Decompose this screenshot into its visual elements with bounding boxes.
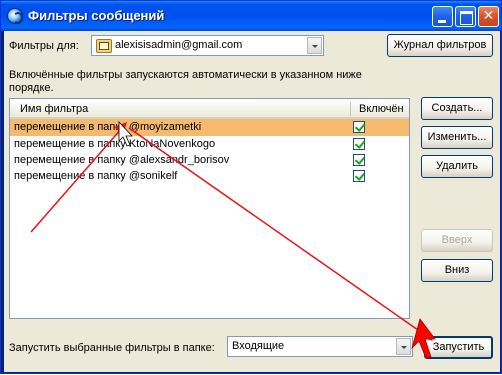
move-down-button[interactable]: Вниз: [421, 259, 493, 282]
maximize-button[interactable]: [455, 6, 476, 27]
run-label: Запустить: [432, 341, 485, 353]
filter-row-name: перемещение в папку @moyizametki: [14, 121, 202, 133]
edit-label: Изменить...: [427, 131, 487, 143]
account-select[interactable]: alexisisadmin@gmail.com: [91, 35, 324, 56]
account-value: alexisisadmin@gmail.com: [115, 39, 243, 51]
message-filters-window: Фильтры сообщений ✕ Фильтры для: alexisi…: [0, 0, 502, 374]
filter-enabled-checkbox[interactable]: [353, 170, 365, 182]
title-bar[interactable]: Фильтры сообщений ✕: [1, 1, 501, 31]
filter-list[interactable]: Имя фильтра Включён перемещение в папку …: [9, 98, 410, 319]
column-enabled[interactable]: Включён: [359, 103, 404, 115]
filter-enabled-checkbox[interactable]: [353, 121, 365, 133]
info-text-line1: Включённые фильтры запускаются автоматич…: [9, 69, 362, 81]
window-title: Фильтры сообщений: [28, 8, 165, 23]
move-up-label: Вверх: [441, 234, 473, 246]
filter-row[interactable]: перемещение в папку @sonikelf: [10, 168, 409, 185]
filter-row[interactable]: перемещение в папку @alexsandr_borisov: [10, 152, 409, 169]
close-button[interactable]: ✕: [478, 6, 499, 27]
run-in-folder-label: Запустить выбранные фильтры в папке:: [9, 342, 215, 354]
column-filter-name[interactable]: Имя фильтра: [20, 103, 88, 115]
filters-for-label: Фильтры для:: [9, 40, 79, 52]
filter-row-name: перемещение в папку KtoNaNovenkogo: [14, 138, 216, 150]
filter-row-name: перемещение в папку @sonikelf: [14, 170, 178, 182]
minimize-button[interactable]: [432, 6, 453, 27]
folder-value: Входящие: [232, 340, 285, 352]
close-icon: ✕: [482, 8, 495, 24]
filter-row-name: перемещение в папку @alexsandr_borisov: [14, 154, 230, 166]
chevron-down-icon[interactable]: [307, 37, 322, 54]
filter-enabled-checkbox[interactable]: [353, 138, 365, 150]
filter-row[interactable]: перемещение в папку KtoNaNovenkogo: [10, 136, 409, 153]
delete-button[interactable]: Удалить: [421, 155, 493, 178]
info-text-line2: порядке.: [9, 82, 54, 94]
mail-account-icon: [96, 39, 112, 53]
move-down-label: Вниз: [444, 264, 470, 276]
dialog-body: Фильтры для: alexisisadmin@gmail.com Жур…: [4, 31, 500, 372]
edit-button[interactable]: Изменить...: [421, 126, 493, 149]
chevron-down-icon[interactable]: [396, 338, 411, 355]
create-label: Создать...: [431, 102, 483, 114]
folder-select[interactable]: Входящие: [227, 336, 413, 357]
thunderbird-icon: [7, 8, 23, 24]
filter-log-label: Журнал фильтров: [393, 39, 487, 51]
filters-for-label-text: Фильтры для:: [9, 40, 79, 52]
filter-log-button[interactable]: Журнал фильтров: [387, 34, 493, 57]
create-button[interactable]: Создать...: [421, 97, 493, 120]
delete-label: Удалить: [436, 160, 478, 172]
filter-row[interactable]: перемещение в папку @moyizametki: [10, 119, 409, 136]
move-up-button[interactable]: Вверх: [421, 229, 493, 252]
filter-list-header: Имя фильтра Включён: [10, 99, 409, 119]
column-separator[interactable]: [350, 102, 351, 116]
run-button[interactable]: Запустить: [424, 336, 493, 359]
filter-enabled-checkbox[interactable]: [353, 154, 365, 166]
